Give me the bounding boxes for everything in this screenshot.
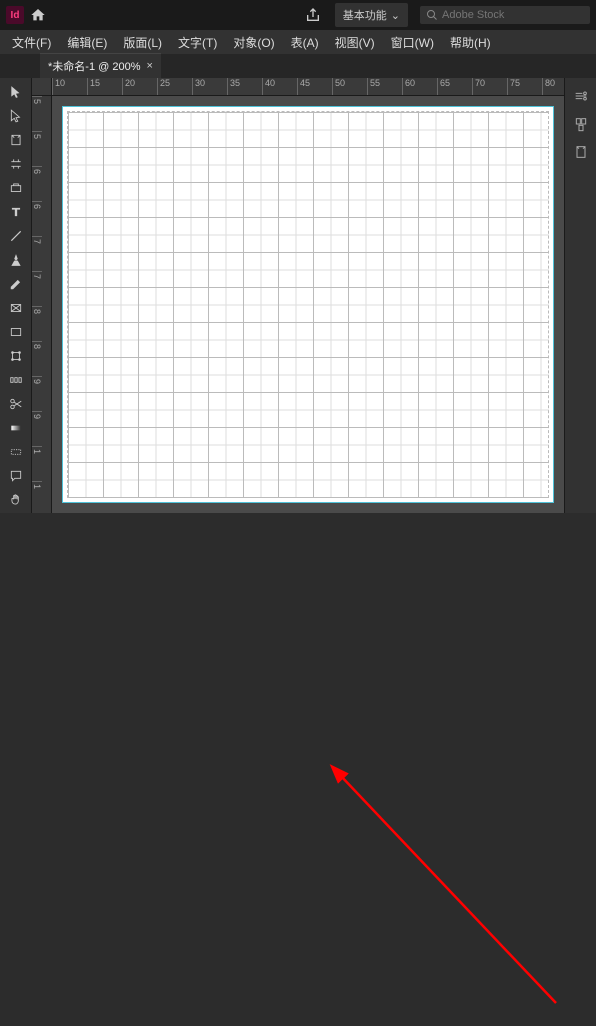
type-tool[interactable] [0,200,32,224]
selection-tool[interactable] [0,80,32,104]
ruler-tick: 80 [542,78,564,95]
properties-panel-icon[interactable] [565,82,596,110]
ruler-tick: 5 [32,96,42,131]
menu-edit[interactable]: 编辑(E) [59,31,115,54]
menu-object[interactable]: 对象(O) [225,31,282,54]
chevron-down-icon: ⌄ [391,9,400,22]
search-input[interactable] [442,9,584,21]
menu-layout[interactable]: 版面(L) [115,31,170,54]
ruler-tick: 55 [367,78,402,95]
right-panels [564,78,596,513]
ruler-tick: 40 [262,78,297,95]
workspace-switcher[interactable]: 基本功能 ⌄ [335,3,408,27]
ruler-tick: 7 [32,271,42,306]
note-tool[interactable] [0,464,32,488]
pen-tool[interactable] [0,248,32,272]
ruler-tick: 5 [32,131,42,166]
document-tab[interactable]: *未命名-1 @ 200% × [40,53,161,78]
gap-tool[interactable] [0,152,32,176]
ruler-tick: 9 [32,411,42,446]
rectangle-frame-tool[interactable] [0,296,32,320]
rectangle-tool[interactable] [0,320,32,344]
ruler-tick: 6 [32,166,42,201]
pages-panel-icon[interactable] [565,110,596,138]
document-page[interactable] [62,106,554,503]
ruler-tick: 8 [32,341,42,376]
share-icon[interactable] [305,7,321,23]
gradient-swatch-tool[interactable] [0,416,32,440]
ruler-tick: 1 [32,446,42,481]
canvas-viewport[interactable] [52,96,564,513]
line-tool[interactable] [0,224,32,248]
ruler-tick: 45 [297,78,332,95]
search-icon [426,9,438,21]
ruler-tick: 35 [227,78,262,95]
home-icon[interactable] [30,7,46,23]
ruler-tick: 15 [87,78,122,95]
pencil-tool[interactable] [0,272,32,296]
ruler-origin[interactable] [32,78,52,96]
ruler-tick: 50 [332,78,367,95]
direct-selection-tool[interactable] [0,104,32,128]
ruler-tick: 75 [507,78,542,95]
workspace-label: 基本功能 [343,7,387,23]
ruler-tick: 1 [32,481,42,513]
ruler-tick: 70 [472,78,507,95]
tab-title: *未命名-1 @ 200% [48,58,140,74]
ruler-tick: 30 [192,78,227,95]
toolbox [0,78,32,513]
ruler-vertical[interactable]: 556677889911 [32,96,52,513]
annotation-arrow [0,513,596,1026]
document-grid [67,111,549,498]
ruler-tick: 25 [157,78,192,95]
ruler-tick: 7 [32,236,42,271]
menu-view[interactable]: 视图(V) [327,31,383,54]
page-tool[interactable] [0,128,32,152]
menu-type[interactable]: 文字(T) [170,31,225,54]
tab-close-button[interactable]: × [146,60,152,72]
color-theme-tool[interactable] [0,368,32,392]
ruler-tick: 8 [32,306,42,341]
free-transform-tool[interactable] [0,344,32,368]
search-box[interactable] [420,6,590,24]
ruler-tick: 9 [32,376,42,411]
ruler-tick: 65 [437,78,472,95]
menu-table[interactable]: 表(A) [283,31,327,54]
menu-help[interactable]: 帮助(H) [442,31,499,54]
scissors-tool[interactable] [0,392,32,416]
layers-panel-icon[interactable] [565,138,596,166]
content-collector-tool[interactable] [0,176,32,200]
ruler-tick: 60 [402,78,437,95]
ruler-horizontal[interactable]: 10152025303540455055606570758085 [52,78,564,96]
menu-file[interactable]: 文件(F) [4,31,59,54]
ruler-tick: 10 [52,78,87,95]
menu-window[interactable]: 窗口(W) [383,31,442,54]
ruler-tick: 6 [32,201,42,236]
gradient-feather-tool[interactable] [0,440,32,464]
app-icon: Id [6,6,24,24]
hand-tool[interactable] [0,488,32,512]
ruler-tick: 20 [122,78,157,95]
